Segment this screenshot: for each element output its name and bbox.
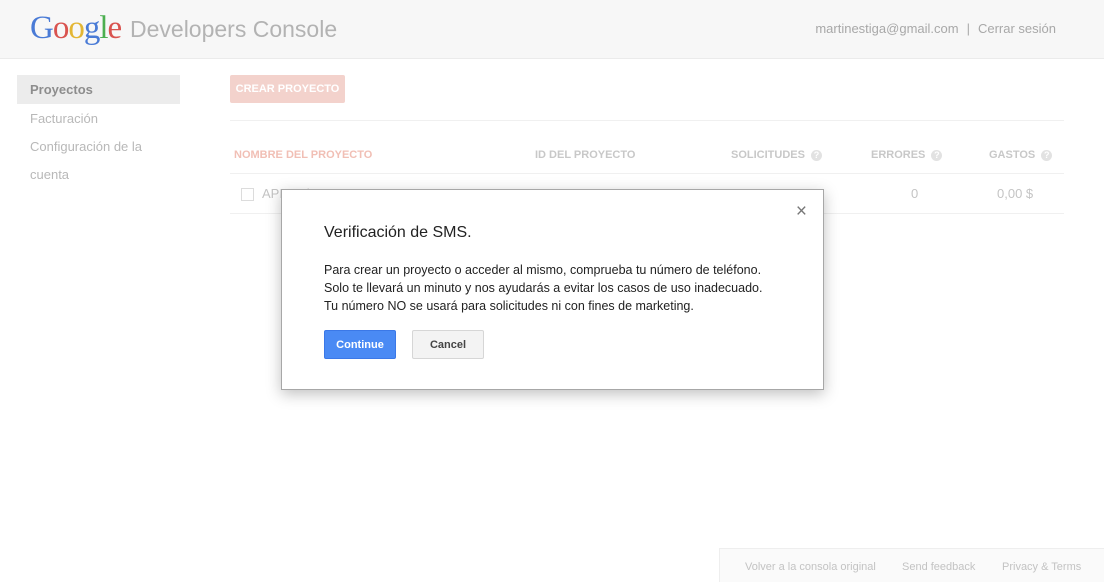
column-header-costs: GASTOS? <box>989 149 1053 161</box>
close-icon[interactable]: × <box>796 202 807 221</box>
dialog-line: Tu número NO se usará para solicitudes n… <box>324 299 694 313</box>
column-header-errors: ERRORES? <box>871 149 943 161</box>
dialog-message: Para crear un proyecto o acceder al mism… <box>324 261 794 315</box>
help-icon[interactable]: ? <box>810 149 822 161</box>
sidebar-item-account-settings[interactable]: Configuración de la cuenta <box>17 133 163 196</box>
costs-cell: 0,00 $ <box>997 186 1034 201</box>
app-title: Developers Console <box>130 16 338 42</box>
row-checkbox[interactable] <box>241 188 254 201</box>
column-header-id: ID DEL PROYECTO <box>535 149 636 161</box>
sidebar-item-projects[interactable]: Proyectos <box>17 75 180 104</box>
account-area: martinestiga@gmail.com | Cerrar sesión <box>815 21 1056 36</box>
footer: Volver a la consola original Send feedba… <box>719 548 1104 582</box>
back-to-original-console-link[interactable]: Volver a la consola original <box>745 561 876 573</box>
top-bar: Google Developers Console martinestiga@g… <box>0 0 1104 59</box>
dialog-line: Solo te llevará un minuto y nos ayudarás… <box>324 281 763 295</box>
account-email[interactable]: martinestiga@gmail.com <box>815 21 958 36</box>
separator: | <box>966 21 970 36</box>
continue-button[interactable]: Continue <box>324 330 396 359</box>
dialog-title: Verificación de SMS. <box>324 224 472 241</box>
logout-link[interactable]: Cerrar sesión <box>978 21 1056 36</box>
cancel-button[interactable]: Cancel <box>412 330 484 359</box>
column-header-requests: SOLICITUDES? <box>731 149 822 161</box>
divider <box>230 173 1064 174</box>
help-icon[interactable]: ? <box>1041 149 1053 161</box>
dialog-line: Para crear un proyecto o acceder al mism… <box>324 263 762 277</box>
errors-cell: 0 <box>911 186 919 201</box>
divider <box>230 120 1064 121</box>
sms-verification-dialog: × Verificación de SMS. Para crear un pro… <box>281 189 824 390</box>
sidebar-item-billing[interactable]: Facturación <box>17 104 180 133</box>
column-header-name[interactable]: NOMBRE DEL PROYECTO <box>234 149 372 161</box>
help-icon[interactable]: ? <box>931 149 943 161</box>
send-feedback-link[interactable]: Send feedback <box>902 561 975 573</box>
google-logo[interactable]: Google <box>30 10 122 47</box>
privacy-terms-link[interactable]: Privacy & Terms <box>1002 561 1081 573</box>
create-project-button[interactable]: CREAR PROYECTO <box>230 75 345 103</box>
sidebar: Proyectos Facturación Configuración de l… <box>17 75 180 196</box>
